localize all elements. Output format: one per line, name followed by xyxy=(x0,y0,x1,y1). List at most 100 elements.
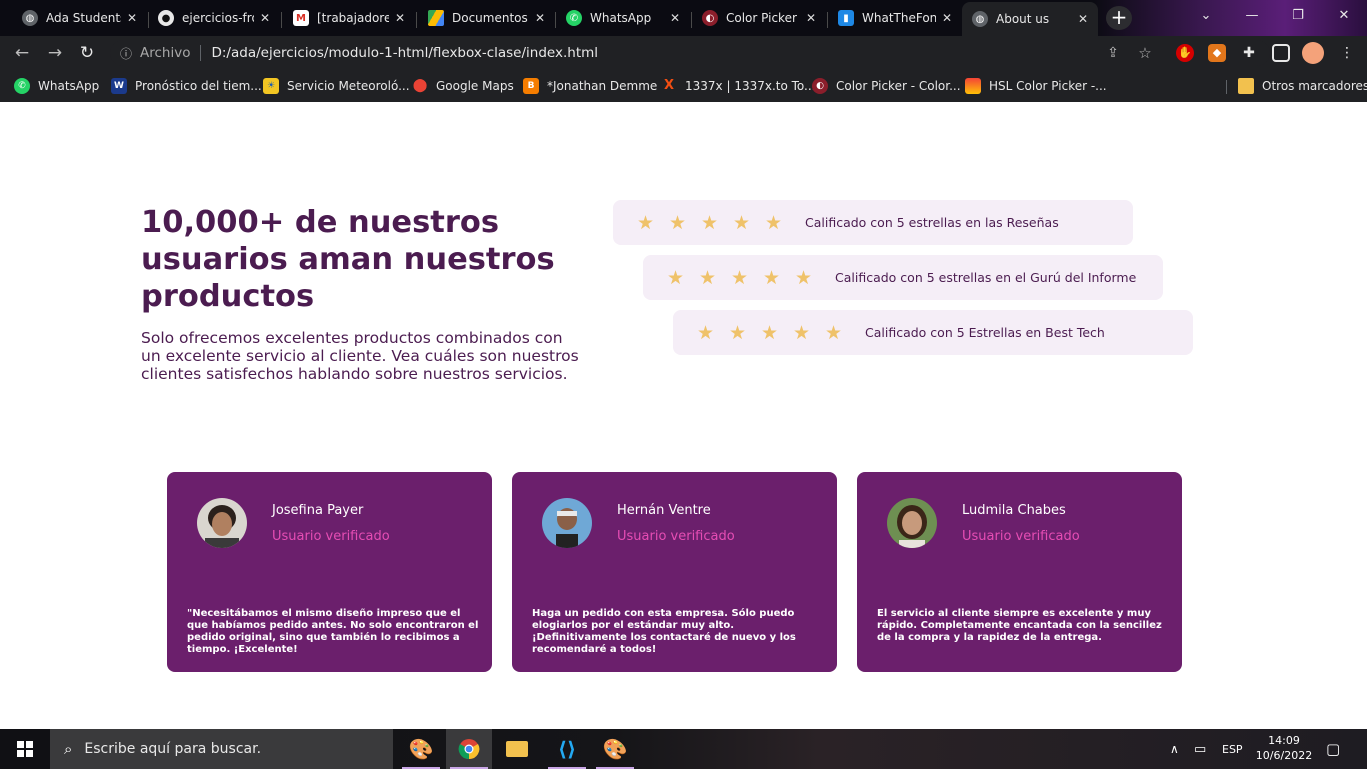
close-icon[interactable]: ✕ xyxy=(940,11,954,25)
bookmark-item[interactable]: ☀ Servicio Meteoroló... xyxy=(263,77,410,95)
avatar xyxy=(542,498,592,548)
battery-icon[interactable]: ▭ xyxy=(1194,729,1206,769)
bookmark-label: Color Picker - Color... xyxy=(836,79,961,93)
browser-tab[interactable]: ▮ WhatTheFont ✕ xyxy=(828,4,962,32)
bookmark-item[interactable]: ✆ WhatsApp xyxy=(14,77,99,95)
bookmark-item[interactable]: HSL Color Picker -... xyxy=(965,77,1107,95)
share-icon[interactable]: ⇪ xyxy=(1104,44,1122,62)
taskbar-search[interactable]: ⌕ Escribe aquí para buscar. xyxy=(50,729,393,769)
close-icon[interactable]: ✕ xyxy=(125,11,139,25)
star-rating: ★ ★ ★ ★ ★ xyxy=(667,267,827,289)
intro-section: 10,000+ de nuestros usuarios aman nuestr… xyxy=(141,204,591,383)
rating-text: Calificado con 5 Estrellas en Best Tech xyxy=(865,325,1105,340)
star-icon: ★ xyxy=(669,211,687,234)
metamask-icon[interactable]: ◆ xyxy=(1208,44,1226,62)
adblock-icon[interactable]: ✋ xyxy=(1176,44,1194,62)
back-button[interactable]: ← xyxy=(9,41,35,65)
tab-divider xyxy=(281,12,282,28)
bookmark-label: WhatsApp xyxy=(38,79,100,93)
1337x-icon: X xyxy=(663,78,675,93)
google-maps-icon: ⬤ xyxy=(412,78,428,93)
user-name: Ludmila Chabes xyxy=(962,503,1066,518)
tray-chevron-icon[interactable]: ∧ xyxy=(1170,729,1179,769)
minimize-button[interactable]: — xyxy=(1229,0,1275,32)
bookmark-item[interactable]: ⬤ Google Maps xyxy=(412,77,514,95)
folder-icon xyxy=(506,741,528,757)
browser-toolbar: ← → ↻ ⓘ Archivo D:/ada/ejercicios/modulo… xyxy=(0,36,1367,70)
other-bookmarks-folder[interactable]: Otros marcadores xyxy=(1238,77,1367,95)
globe-icon: ◍ xyxy=(22,10,38,26)
star-icon: ★ xyxy=(731,266,749,289)
browser-tab[interactable]: Documentos ✕ xyxy=(418,4,555,32)
close-icon[interactable]: ✕ xyxy=(668,11,682,25)
address-bar[interactable]: ⓘ Archivo D:/ada/ejercicios/modulo-1-htm… xyxy=(110,40,1270,66)
taskbar-app-paint[interactable]: 🎨 xyxy=(398,729,444,769)
star-icon: ★ xyxy=(761,321,779,344)
bookmarks-bar: ✆ WhatsApp W Pronóstico del tiem... ☀ Se… xyxy=(0,70,1367,102)
star-icon: ★ xyxy=(825,321,843,344)
new-tab-button[interactable]: + xyxy=(1106,6,1132,30)
star-icon: ★ xyxy=(697,321,715,344)
forward-button[interactable]: → xyxy=(42,41,68,65)
browser-tab-active[interactable]: ◍ About us ✕ xyxy=(962,2,1098,36)
system-clock[interactable]: 14:09 10/6/2022 xyxy=(1250,733,1318,763)
avatar xyxy=(887,498,937,548)
extensions-icon[interactable]: ✚ xyxy=(1240,44,1258,62)
browser-tab[interactable]: ✆ WhatsApp ✕ xyxy=(556,4,690,32)
close-icon[interactable]: ✕ xyxy=(258,11,272,25)
tab-title: ejercicios-fron xyxy=(182,11,254,25)
testimonial-quote: El servicio al cliente siempre es excele… xyxy=(877,608,1162,643)
hsl-icon xyxy=(965,78,981,94)
blogger-icon: B xyxy=(523,78,539,94)
reload-button[interactable]: ↻ xyxy=(74,41,100,65)
bookmark-item[interactable]: ◐ Color Picker - Color... xyxy=(812,77,961,95)
clock-date: 10/6/2022 xyxy=(1255,749,1313,762)
side-panel-icon[interactable] xyxy=(1272,44,1290,62)
star-icon: ★ xyxy=(637,211,655,234)
avatar xyxy=(197,498,247,548)
taskbar-app-vscode[interactable]: ⟨⟩ xyxy=(544,729,590,769)
tab-title: WhatsApp xyxy=(590,11,652,25)
gmail-icon: M xyxy=(293,10,309,26)
browser-tab[interactable]: ◍ Ada Students ✕ xyxy=(12,4,147,32)
profile-avatar[interactable] xyxy=(1302,42,1324,64)
start-button[interactable] xyxy=(0,729,50,769)
restore-button[interactable]: ❐ xyxy=(1275,0,1321,32)
close-icon[interactable]: ✕ xyxy=(804,11,818,25)
menu-kebab-icon[interactable]: ⋮ xyxy=(1338,44,1356,62)
bookmark-item[interactable]: W Pronóstico del tiem... xyxy=(111,77,262,95)
close-icon[interactable]: ✕ xyxy=(533,11,547,25)
bookmark-item[interactable]: X 1337x | 1337x.to To... xyxy=(661,77,816,95)
close-window-button[interactable]: ✕ xyxy=(1321,0,1367,32)
info-icon[interactable]: ⓘ xyxy=(120,45,132,62)
bookmark-item[interactable]: B *Jonathan Demme xyxy=(523,77,657,95)
verified-badge: Usuario verificado xyxy=(617,529,735,544)
taskbar-app-paint-2[interactable]: 🎨 xyxy=(592,729,638,769)
close-icon[interactable]: ✕ xyxy=(1076,12,1090,26)
browser-tab-strip: ◍ Ada Students ✕ ● ejercicios-fron ✕ M [… xyxy=(0,0,1367,36)
whatthefont-icon: ▮ xyxy=(838,10,854,26)
other-bookmarks-label: Otros marcadores xyxy=(1262,79,1367,93)
taskbar-app-explorer[interactable] xyxy=(494,729,540,769)
url-text[interactable]: D:/ada/ejercicios/modulo-1-html/flexbox-… xyxy=(211,45,598,61)
bookmark-star-icon[interactable]: ☆ xyxy=(1136,44,1154,62)
language-indicator[interactable]: ESP xyxy=(1222,729,1243,769)
close-icon[interactable]: ✕ xyxy=(393,11,407,25)
weather-channel-icon: W xyxy=(111,78,127,94)
notification-icon[interactable]: ▢ xyxy=(1326,729,1340,769)
tab-title: [trabajadores] xyxy=(317,11,389,25)
intro-description: Solo ofrecemos excelentes productos comb… xyxy=(141,329,579,383)
star-rating: ★ ★ ★ ★ ★ xyxy=(697,322,857,344)
browser-tab[interactable]: ● ejercicios-fron ✕ xyxy=(148,4,280,32)
taskbar-app-chrome[interactable] xyxy=(446,729,492,769)
google-drive-icon xyxy=(428,10,444,26)
bookmark-label: Google Maps xyxy=(436,79,514,93)
testimonial-card: Ludmila Chabes Usuario verificado El ser… xyxy=(857,472,1182,672)
tab-title: Ada Students xyxy=(46,11,121,25)
browser-tab[interactable]: M [trabajadores] ✕ xyxy=(283,4,415,32)
tab-search-chevron-icon[interactable]: ⌄ xyxy=(1183,0,1229,32)
testimonial-quote: Haga un pedido con esta empresa. Sólo pu… xyxy=(532,608,796,655)
browser-tab[interactable]: ◐ Color Picker - ✕ xyxy=(692,4,826,32)
page-title: 10,000+ de nuestros usuarios aman nuestr… xyxy=(141,205,555,314)
testimonial-card: Josefina Payer Usuario verificado "Neces… xyxy=(167,472,492,672)
